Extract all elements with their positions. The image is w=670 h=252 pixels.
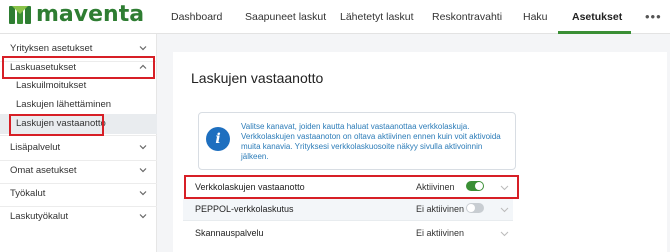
row-divider — [183, 220, 513, 221]
sidebar-item-label: Laskuilmoitukset — [16, 80, 87, 91]
sidebar-group-omat-asetukset[interactable]: Omat asetukset — [0, 160, 157, 182]
chevron-down-icon[interactable] — [500, 205, 509, 214]
chevron-down-icon[interactable] — [500, 229, 509, 238]
info-text: Valitse kanavat, joiden kautta haluat va… — [241, 122, 501, 161]
channel-status: Ei aktiivinen — [416, 228, 465, 238]
chevron-down-icon — [139, 168, 147, 173]
sidebar-group-lisapalvelut[interactable]: Lisäpalvelut — [0, 137, 157, 159]
nav-haku[interactable]: Haku — [523, 11, 548, 23]
highlight-laskuasetukset — [2, 56, 155, 79]
nav-saapuneet-laskut[interactable]: Saapuneet laskut — [245, 11, 326, 23]
sidebar-item-laskujen-lahettaminen[interactable]: Laskujen lähettäminen — [0, 95, 157, 115]
nav-asetukset[interactable]: Asetukset — [572, 11, 622, 23]
chevron-down-icon — [139, 191, 147, 196]
sidebar-group-tyokalut[interactable]: Työkalut — [0, 183, 157, 205]
sidebar-item-label: Laskujen lähettäminen — [16, 99, 112, 110]
maventa-logo-mark-icon — [8, 3, 32, 27]
sidebar-group-label: Lisäpalvelut — [10, 142, 61, 153]
info-icon: i — [206, 127, 230, 151]
sidebar-group-label: Yrityksen asetukset — [10, 43, 93, 54]
channel-row-peppol[interactable]: PEPPOL-verkkolaskutus Ei aktiivinen — [183, 198, 513, 220]
chevron-down-icon — [139, 214, 147, 219]
top-header: maventa Dashboard Saapuneet laskut Lähet… — [0, 0, 670, 34]
channel-status: Ei aktiivinen — [416, 204, 465, 214]
more-horizontal-icon[interactable]: ••• — [645, 9, 662, 24]
page-title: Laskujen vastaanotto — [191, 70, 324, 86]
maventa-logo[interactable]: maventa — [8, 3, 144, 27]
info-box: i Valitse kanavat, joiden kautta haluat … — [198, 112, 516, 170]
sidebar-item-laskuilmoitukset[interactable]: Laskuilmoitukset — [0, 76, 157, 96]
nav-reskontravahti[interactable]: Reskontravahti — [432, 11, 502, 23]
chevron-down-icon — [139, 145, 147, 150]
brand-name: maventa — [36, 2, 145, 27]
highlight-laskujen-vastaanotto — [9, 114, 104, 136]
chevron-down-icon — [139, 46, 147, 51]
sidebar-group-label: Omat asetukset — [10, 165, 77, 176]
nav-lahetetyt-laskut[interactable]: Lähetetyt laskut — [340, 11, 414, 23]
channel-row-skannauspalvelu[interactable]: Skannauspalvelu Ei aktiivinen — [183, 222, 513, 244]
sidebar-group-label: Työkalut — [10, 188, 46, 199]
highlight-verkkolaskujen-vastaanotto — [184, 175, 519, 199]
channel-name: PEPPOL-verkkolaskutus — [195, 204, 294, 214]
sidebar-group-laskutyokalut[interactable]: Laskutyökalut — [0, 206, 157, 228]
sidebar-group-label: Laskutyökalut — [10, 211, 69, 222]
channel-toggle[interactable] — [466, 203, 484, 213]
channel-name: Skannauspalvelu — [195, 228, 264, 238]
nav-dashboard[interactable]: Dashboard — [171, 11, 222, 23]
